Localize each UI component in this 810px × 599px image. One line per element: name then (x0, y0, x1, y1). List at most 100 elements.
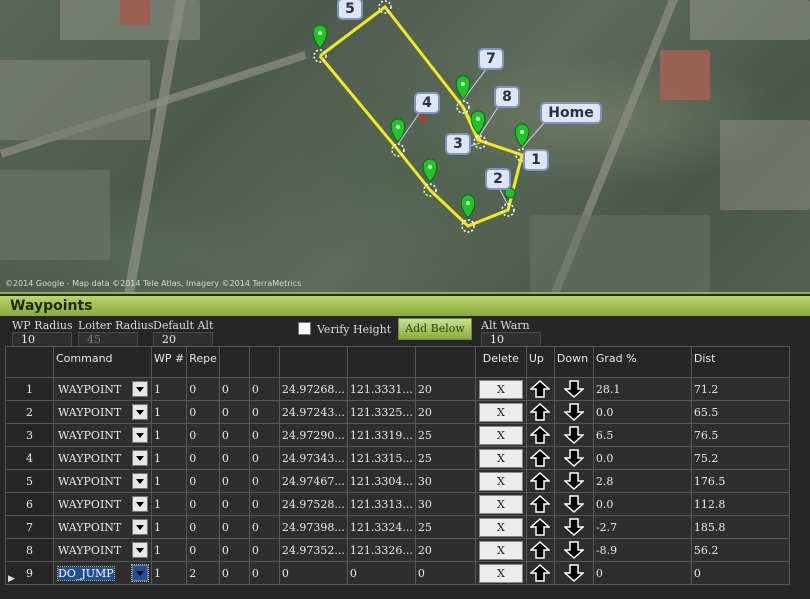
map-marker-icon[interactable] (390, 118, 406, 143)
lat-cell[interactable]: 24.97268... (278, 377, 348, 401)
wp-cell[interactable]: 1 (150, 446, 188, 470)
up-arrow-icon[interactable] (529, 426, 552, 444)
lat-cell[interactable]: 24.97243... (278, 400, 348, 424)
map-label-5[interactable]: 5 (337, 0, 363, 20)
up-arrow-icon[interactable] (529, 495, 552, 513)
row-number[interactable]: 5 (5, 469, 54, 493)
alt-cell[interactable]: 20 (414, 538, 476, 562)
wp-cell[interactable]: 1 (150, 561, 188, 585)
dropdown-arrow-icon[interactable] (132, 381, 148, 397)
repeat-cell[interactable]: 0 (186, 423, 220, 447)
row-number[interactable]: 2 (5, 400, 54, 424)
table-row[interactable]: 2 WAYPOINT 1 0 0 0 24.97243... 121.3325... 20 X 0.… (5, 400, 790, 424)
lng-cell[interactable]: 121.3331... (346, 377, 416, 401)
default-alt-input[interactable]: 20 (153, 332, 213, 347)
table-row[interactable]: 4 WAYPOINT 1 0 0 0 24.97343... 121.3315... 25 X 0.… (5, 446, 790, 470)
map-label-7[interactable]: 7 (478, 48, 504, 70)
command-cell[interactable]: DO_JUMP (53, 561, 152, 585)
row-number[interactable]: 4 (5, 446, 54, 470)
up-arrow-icon[interactable] (529, 449, 552, 467)
alt-cell[interactable]: 20 (414, 400, 476, 424)
command-cell[interactable]: WAYPOINT (53, 423, 152, 447)
down-arrow-icon[interactable] (557, 426, 591, 444)
map-label-home[interactable]: Home (540, 102, 602, 124)
alt-cell[interactable]: 30 (414, 492, 476, 516)
command-select[interactable]: WAYPOINT (56, 404, 149, 420)
checkbox-box[interactable] (298, 322, 311, 335)
param4-cell[interactable]: 0 (248, 538, 280, 562)
param3-cell[interactable]: 0 (218, 538, 250, 562)
command-select[interactable]: WAYPOINT (56, 450, 149, 466)
map-label-3[interactable]: 3 (445, 133, 471, 155)
up-arrow-icon[interactable] (529, 472, 552, 490)
command-select[interactable]: DO_JUMP (56, 564, 149, 582)
row-number[interactable]: 8 (5, 538, 54, 562)
dropdown-arrow-icon[interactable] (132, 427, 148, 443)
down-arrow-icon[interactable] (557, 380, 591, 398)
col-lat[interactable] (278, 346, 348, 378)
col-param3[interactable] (218, 346, 250, 378)
alt-cell[interactable]: 25 (414, 446, 476, 470)
param4-cell[interactable]: 0 (248, 377, 280, 401)
param4-cell[interactable]: 0 (248, 515, 280, 539)
param4-cell[interactable]: 0 (248, 469, 280, 493)
delete-button[interactable]: X (478, 517, 523, 537)
param3-cell[interactable]: 0 (218, 377, 250, 401)
param3-cell[interactable]: 0 (218, 423, 250, 447)
alt-warn-input[interactable]: 10 (481, 332, 541, 347)
dropdown-arrow-icon[interactable] (132, 450, 148, 466)
col-param4[interactable] (248, 346, 280, 378)
table-row[interactable]: 3 WAYPOINT 1 0 0 0 24.97290... 121.3319... 25 X 6.… (5, 423, 790, 447)
delete-button[interactable]: X (478, 402, 523, 422)
table-row[interactable]: 5 WAYPOINT 1 0 0 0 24.97467... 121.3304... 30 X 2.… (5, 469, 790, 493)
lng-cell[interactable]: 121.3319... (346, 423, 416, 447)
param4-cell[interactable]: 0 (248, 492, 280, 516)
col-grad[interactable]: Grad % (592, 346, 692, 378)
lat-cell[interactable]: 24.97398... (278, 515, 348, 539)
up-arrow-icon[interactable] (529, 380, 552, 398)
lat-cell[interactable]: 24.97352... (278, 538, 348, 562)
repeat-cell[interactable]: 0 (186, 538, 220, 562)
lng-cell[interactable]: 121.3324... (346, 515, 416, 539)
command-cell[interactable]: WAYPOINT (53, 515, 152, 539)
lng-cell[interactable]: 0 (346, 561, 416, 585)
map-label-8[interactable]: 8 (494, 86, 520, 108)
repeat-cell[interactable]: 2 (186, 561, 220, 585)
lng-cell[interactable]: 121.3315... (346, 446, 416, 470)
lng-cell[interactable]: 121.3325... (346, 400, 416, 424)
repeat-cell[interactable]: 0 (186, 492, 220, 516)
map-marker-icon[interactable] (312, 24, 328, 49)
param3-cell[interactable]: 0 (218, 515, 250, 539)
col-down[interactable]: Down (553, 346, 594, 378)
lat-cell[interactable]: 24.97467... (278, 469, 348, 493)
lat-cell[interactable]: 24.97343... (278, 446, 348, 470)
down-arrow-icon[interactable] (557, 564, 591, 582)
up-arrow-icon[interactable] (529, 564, 552, 582)
delete-button[interactable]: X (478, 471, 523, 491)
down-arrow-icon[interactable] (557, 495, 591, 513)
param3-cell[interactable]: 0 (218, 400, 250, 424)
alt-cell[interactable]: 30 (414, 469, 476, 493)
delete-button[interactable]: X (478, 563, 523, 583)
dropdown-arrow-icon[interactable] (132, 496, 148, 512)
row-number[interactable]: 7 (5, 515, 54, 539)
command-cell[interactable]: WAYPOINT (53, 538, 152, 562)
map-marker-icon[interactable] (455, 75, 471, 100)
map-label-1[interactable]: 1 (523, 149, 549, 171)
command-cell[interactable]: WAYPOINT (53, 492, 152, 516)
delete-button[interactable]: X (478, 379, 523, 399)
param4-cell[interactable]: 0 (248, 561, 280, 585)
lat-cell[interactable]: 24.97290... (278, 423, 348, 447)
dropdown-arrow-icon[interactable] (131, 564, 149, 582)
command-cell[interactable]: WAYPOINT (53, 469, 152, 493)
wp-cell[interactable]: 1 (150, 377, 188, 401)
command-cell[interactable]: WAYPOINT (53, 377, 152, 401)
lng-cell[interactable]: 121.3304... (346, 469, 416, 493)
up-arrow-icon[interactable] (529, 541, 552, 559)
param4-cell[interactable]: 0 (248, 400, 280, 424)
row-number[interactable]: 1 (5, 377, 54, 401)
add-below-button[interactable]: Add Below (398, 318, 472, 340)
col-repeat[interactable]: Repe (186, 346, 220, 378)
repeat-cell[interactable]: 0 (186, 515, 220, 539)
col-command[interactable]: Command (53, 346, 152, 378)
